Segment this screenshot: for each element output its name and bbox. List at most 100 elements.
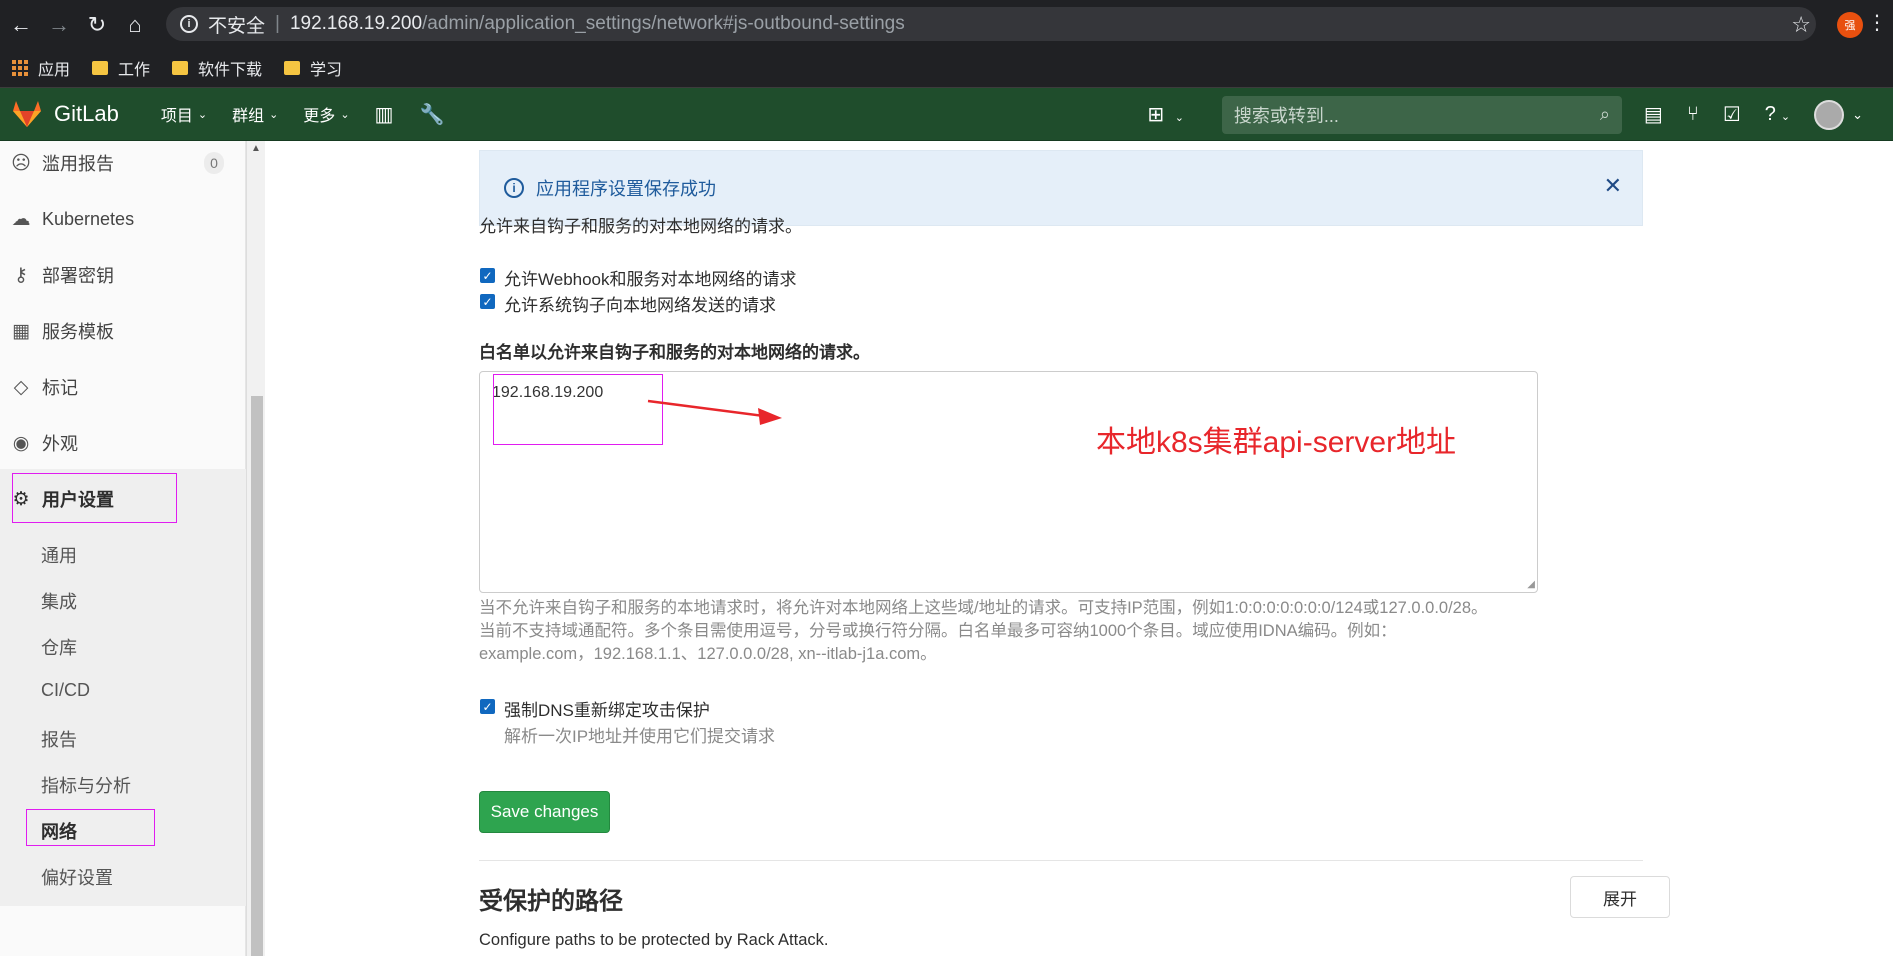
sidebar-item-deploy-keys[interactable]: ⚷ 部署密钥 — [0, 253, 246, 297]
scroll-thumb[interactable] — [251, 396, 263, 956]
sidebar-subitem-reporting[interactable]: 报告 — [41, 726, 77, 752]
checkbox-allow-webhooks[interactable]: ✓ — [480, 268, 495, 283]
bookmarks-bar: 应用 工作 软件下载 学习 — [0, 49, 1893, 88]
close-icon[interactable]: ✕ — [1604, 173, 1622, 199]
user-avatar[interactable] — [1814, 99, 1845, 130]
chart-icon[interactable]: ▥ — [375, 102, 394, 127]
profile-avatar[interactable]: 强 — [1837, 12, 1863, 38]
info-icon: i — [504, 178, 524, 198]
todo-icon[interactable]: ▤ — [1644, 102, 1663, 127]
folder-icon — [284, 61, 301, 75]
info-icon[interactable]: i — [180, 15, 198, 33]
sidebar-item-label: 外观 — [42, 434, 78, 454]
resize-handle-icon[interactable]: ◢ — [1527, 579, 1535, 590]
annotation-highlight-box — [26, 809, 155, 846]
tanuki-icon — [13, 101, 41, 127]
menu-label: 更多 — [303, 108, 336, 125]
menu-projects[interactable]: 项目 ⌄ — [161, 102, 207, 126]
merge-request-icon[interactable]: ⑂ — [1687, 103, 1699, 126]
bookmark-label: 软件下载 — [198, 62, 263, 79]
browser-toolbar: ← → ↻ ⌂ i 不安全 | 192.168.19.200/admin/app… — [0, 0, 1893, 49]
main-content: i 应用程序设置保存成功 ✕ 允许来自钩子和服务的对本地网络的请求。 ✓ 允许W… — [266, 141, 1893, 956]
gitlab-logo[interactable]: GitLab — [12, 100, 119, 128]
checkbox-dns-rebinding[interactable]: ✓ — [480, 699, 495, 714]
sidebar-subitem-metrics[interactable]: 指标与分析 — [41, 772, 131, 798]
sidebar-item-label: 标记 — [42, 378, 78, 398]
sidebar-subitem-general[interactable]: 通用 — [41, 542, 77, 568]
chevron-down-icon: ⌄ — [269, 108, 279, 121]
plus-square-icon[interactable]: ⊞ ⌄ — [1147, 102, 1184, 127]
sidebar-scrollbar[interactable]: ▲ — [246, 141, 265, 956]
section-description: Configure paths to be protected by Rack … — [479, 931, 829, 949]
sidebar-item-kubernetes[interactable]: ☁ Kubernetes — [0, 197, 246, 241]
address-bar[interactable]: i 不安全 | 192.168.19.200/admin/application… — [166, 7, 1816, 41]
sidebar-subitem-preferences[interactable]: 偏好设置 — [41, 864, 113, 890]
section-divider — [479, 860, 1643, 861]
menu-more[interactable]: 更多 ⌄ — [303, 102, 349, 126]
whitelist-label: 白名单以允许来自钩子和服务的对本地网络的请求。 — [479, 343, 870, 362]
sidebar-subitem-integrations[interactable]: 集成 — [41, 588, 77, 614]
bookmark-label: 工作 — [118, 62, 151, 79]
annotation-text: 本地k8s集群api-server地址 — [1096, 426, 1457, 459]
expand-button[interactable]: 展开 — [1570, 876, 1670, 918]
bookmark-downloads[interactable]: 软件下载 — [172, 56, 262, 80]
key-icon: ⚷ — [14, 264, 28, 286]
section-title: 受保护的路径 — [479, 888, 623, 915]
apps-grid-icon — [12, 60, 28, 76]
menu-label: 群组 — [232, 108, 265, 125]
url-host: 192.168.19.200 — [289, 13, 423, 34]
bookmark-work[interactable]: 工作 — [92, 56, 150, 80]
checkbox-allow-system-hooks[interactable]: ✓ — [480, 294, 495, 309]
checkbox-help: 解析一次IP地址并使用它们提交请求 — [504, 727, 776, 746]
sidebar-item-label: 部署密钥 — [42, 266, 114, 286]
cloud-icon: ☁ — [11, 208, 31, 230]
home-icon[interactable]: ⌂ — [118, 8, 152, 42]
help-line: 当前不支持域通配符。多个条目需使用逗号，分号或换行符分隔。白名单最多可容纳100… — [479, 622, 1397, 640]
bookmark-apps[interactable]: 应用 — [12, 56, 70, 80]
bookmark-study[interactable]: 学习 — [284, 56, 342, 80]
sidebar-item-label: Kubernetes — [42, 208, 135, 229]
sidebar-subitem-cicd[interactable]: CI/CD — [41, 680, 90, 701]
section-intro: 允许来自钩子和服务的对本地网络的请求。 — [479, 217, 802, 236]
sidebar-item-appearance[interactable]: ◉ 外观 — [0, 421, 246, 465]
checkbox-label: 允许系统钩子向本地网络发送的请求 — [504, 296, 776, 315]
checkbox-label: 强制DNS重新绑定攻击保护 — [504, 701, 710, 720]
main-menu: 项目 ⌄ 群组 ⌄ 更多 ⌄ ▥ 🔧 — [161, 102, 471, 127]
reload-icon[interactable]: ↻ — [80, 8, 114, 42]
checkbox-label: 允许Webhook和服务对本地网络的请求 — [504, 270, 797, 289]
bookmark-star-icon[interactable]: ☆ — [1791, 12, 1811, 38]
count-badge: 0 — [204, 152, 224, 174]
menu-groups[interactable]: 群组 ⌄ — [232, 102, 278, 126]
bookmark-label: 应用 — [38, 62, 71, 79]
sidebar-item-service-templates[interactable]: ▦ 服务模板 — [0, 309, 246, 353]
flash-message: 应用程序设置保存成功 — [536, 179, 716, 199]
help-icon[interactable]: ? ⌄ — [1765, 103, 1790, 126]
chevron-down-icon: ⌄ — [197, 108, 208, 121]
folder-icon — [172, 61, 189, 75]
annotation-highlight-box — [12, 473, 177, 523]
more-vert-icon[interactable]: ⋮ — [1867, 10, 1887, 35]
url-path: /admin/application_settings/network#js-o… — [422, 13, 905, 34]
frown-icon: ☹ — [11, 152, 31, 174]
security-label: 不安全 — [208, 15, 266, 37]
navbar-right: ⊞ ⌄ 搜索或转到... ⌕ ▤ ⑂ ☑ ? ⌄ ⌄ — [1147, 88, 1893, 141]
back-icon[interactable]: ← — [4, 8, 38, 42]
chevron-down-icon: ⌄ — [340, 108, 350, 121]
label-icon: ◇ — [13, 376, 29, 398]
folder-icon — [92, 61, 109, 75]
sidebar-subitem-repository[interactable]: 仓库 — [41, 634, 77, 660]
url-separator: | — [275, 13, 280, 34]
sidebar-item-abuse-reports[interactable]: ☹ 滥用报告 0 — [0, 141, 246, 185]
sidebar-item-labels[interactable]: ◇ 标记 — [0, 365, 246, 409]
issues-icon[interactable]: ☑ — [1723, 102, 1741, 127]
template-icon: ▦ — [12, 320, 30, 342]
help-line: 当不允许来自钩子和服务的本地请求时，将允许对本地网络上这些域/地址的请求。可支持… — [479, 599, 1488, 617]
chevron-down-icon[interactable]: ⌄ — [1852, 107, 1863, 123]
save-changes-button[interactable]: Save changes — [479, 791, 610, 833]
search-input[interactable]: 搜索或转到... ⌕ — [1221, 95, 1622, 134]
scroll-up-icon[interactable]: ▲ — [251, 143, 261, 154]
gitlab-navbar: GitLab 项目 ⌄ 群组 ⌄ 更多 ⌄ ▥ 🔧 ⊞ ⌄ 搜索或转到... ⌕ ▤ … — [0, 88, 1893, 141]
forward-icon[interactable]: → — [42, 8, 76, 42]
annotation-highlight-box — [493, 374, 663, 445]
wrench-icon[interactable]: 🔧 — [419, 102, 444, 127]
